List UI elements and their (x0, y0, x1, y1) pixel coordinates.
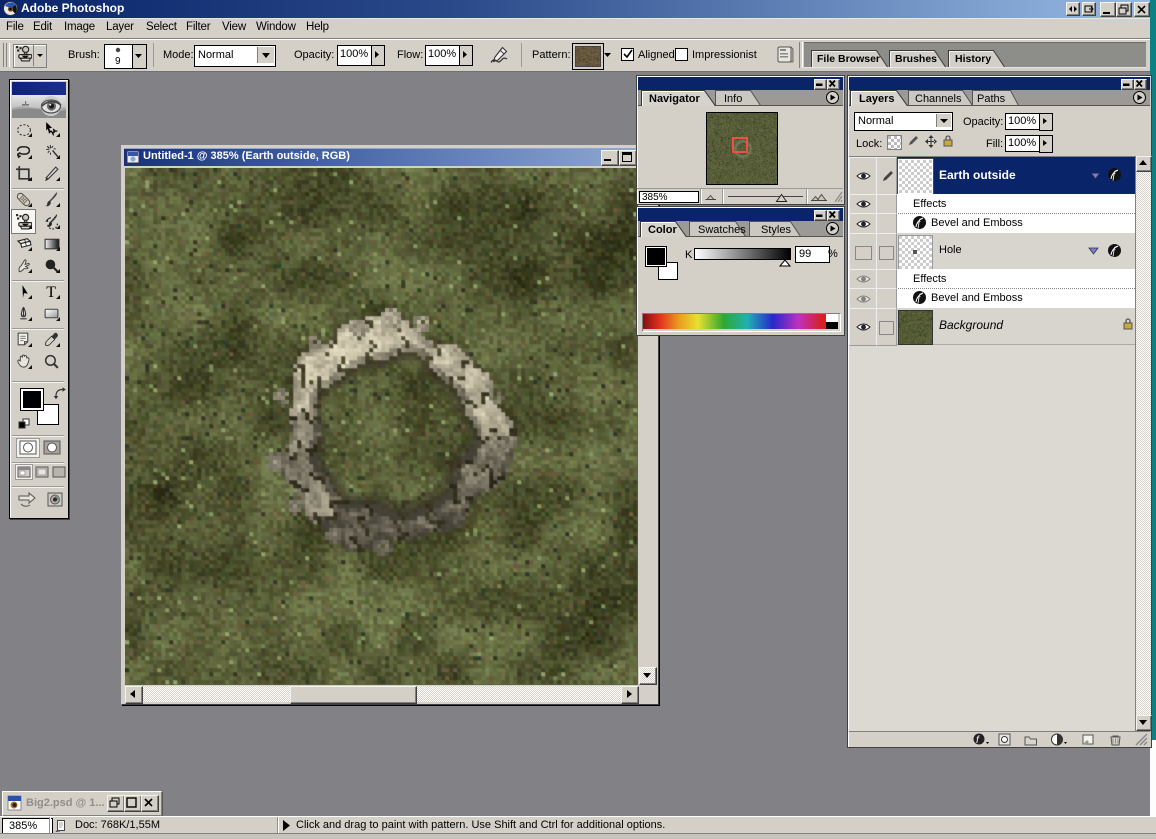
svg-text:Info: Info (724, 93, 742, 105)
svg-text:T: T (46, 284, 56, 300)
svg-text:Styles: Styles (761, 224, 791, 236)
svg-text:Layers: Layers (859, 93, 894, 105)
svg-text:Color: Color (648, 224, 677, 236)
svg-text:Brushes: Brushes (895, 53, 937, 65)
svg-text:9: 9 (115, 56, 121, 66)
svg-text:Paths: Paths (977, 93, 1006, 105)
svg-text:File Browser: File Browser (817, 53, 880, 65)
svg-text:Navigator: Navigator (649, 93, 700, 105)
svg-text:Swatches: Swatches (698, 224, 746, 236)
svg-text:Channels: Channels (915, 93, 962, 105)
svg-text:History: History (955, 53, 991, 65)
